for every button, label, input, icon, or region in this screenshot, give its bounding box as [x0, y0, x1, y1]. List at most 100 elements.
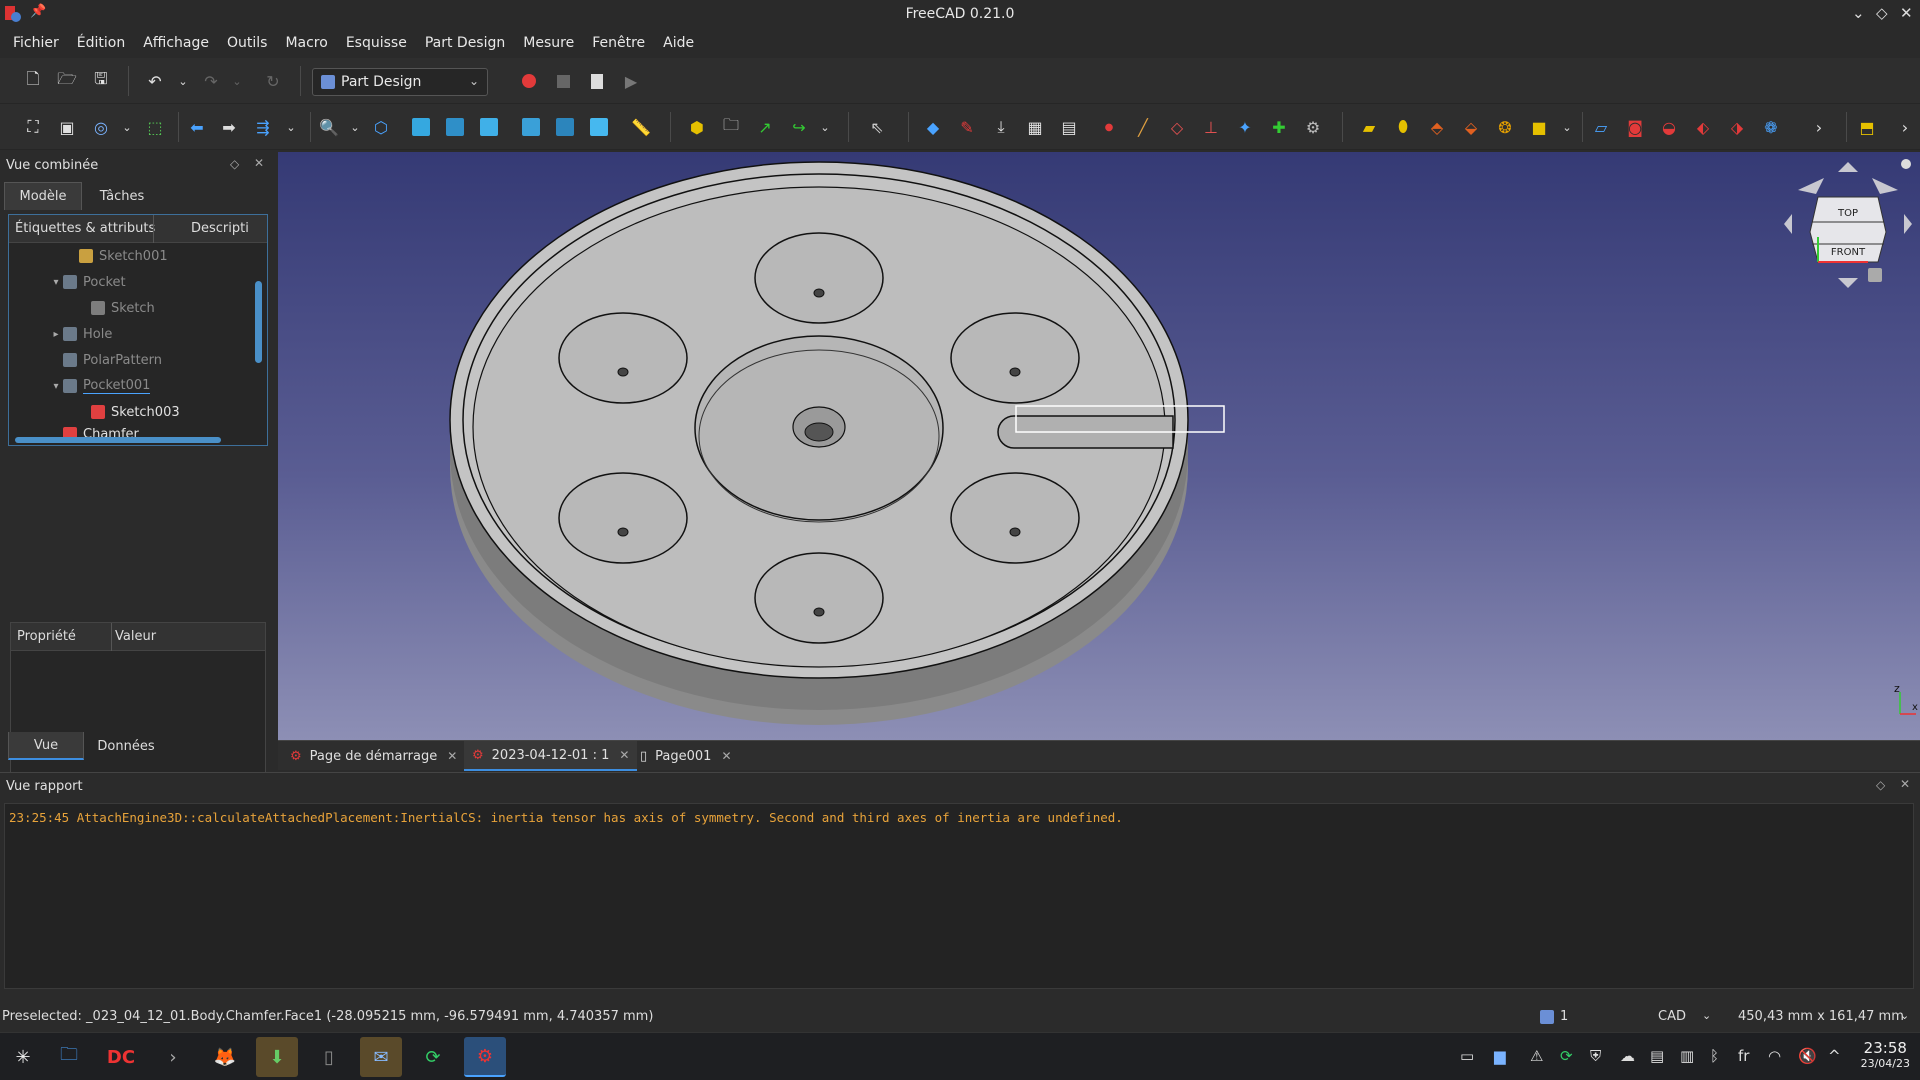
keyboard-layout[interactable]: fr [1738, 1047, 1749, 1065]
datum-line-icon[interactable]: ╱ [1132, 116, 1154, 138]
float-panel-icon[interactable]: ◇ [1876, 778, 1885, 792]
tree-item-hole[interactable]: ▸ Hole [9, 321, 249, 347]
save-icon[interactable]: 🖫 [90, 69, 112, 92]
part-model[interactable]: TOP FRONT z x [278, 152, 1920, 740]
doublecmd-icon[interactable]: DC [100, 1037, 142, 1077]
volume-muted-icon[interactable]: 🔇 [1798, 1047, 1817, 1065]
close-panel-icon[interactable]: ✕ [254, 156, 264, 170]
part-body-icon[interactable]: ◆ [922, 116, 944, 138]
zoom-icon[interactable]: 🔍 [318, 116, 340, 138]
create-body-icon[interactable]: ⬢ [686, 116, 708, 138]
subshape-binder-icon[interactable]: ▤ [1058, 116, 1080, 138]
new-document-icon[interactable]: 🗋 [22, 69, 44, 92]
macro-play-icon[interactable]: ▶ [620, 70, 642, 92]
tree-item-sketch001[interactable]: Sketch001 [9, 243, 249, 269]
create-group-icon[interactable]: 🗀 [720, 115, 742, 138]
doc-tab-page001[interactable]: ▯ Page001 ✕ [632, 741, 740, 771]
additive-loft-icon[interactable]: ⬘ [1426, 116, 1448, 138]
undo-dropdown-icon[interactable]: ⌄ [172, 70, 194, 92]
redo-icon[interactable]: ↷ [200, 70, 222, 92]
rear-view-icon[interactable] [520, 116, 542, 138]
mail-client-icon[interactable]: ✉ [360, 1037, 402, 1077]
redo-dropdown-icon[interactable]: ⌄ [226, 70, 248, 92]
menu-macro[interactable]: Macro [276, 35, 336, 51]
pocket-tool-icon[interactable]: ▱ [1590, 116, 1612, 138]
float-panel-icon[interactable]: ◇ [230, 157, 239, 171]
open-document-icon[interactable]: 🗁 [56, 69, 78, 92]
workbench-selector[interactable]: Part Design ⌄ [312, 68, 488, 96]
left-view-icon[interactable] [588, 116, 610, 138]
create-sketch-icon[interactable]: ✎ [956, 116, 978, 138]
additive-dropdown-icon[interactable]: ⌄ [1556, 116, 1578, 138]
sync-tray-icon[interactable]: ⟳ [1560, 1047, 1573, 1065]
sync-dropdown-icon[interactable]: ⌄ [280, 116, 302, 138]
tree-horizontal-scrollbar[interactable] [15, 437, 221, 443]
menu-aide[interactable]: Aide [654, 35, 703, 51]
tree-item-pocket[interactable]: ▾ Pocket [9, 269, 249, 295]
toolbar-overflow-2-icon[interactable]: › [1894, 116, 1916, 138]
additive-helix-icon[interactable]: ❂ [1494, 116, 1516, 138]
draw-style-icon[interactable]: ◎ [90, 116, 112, 138]
close-tab-icon[interactable]: ✕ [619, 748, 629, 762]
subtractive-helix-icon[interactable]: ❁ [1760, 116, 1782, 138]
measure-tool-icon[interactable]: ⬒ [1856, 116, 1878, 138]
menu-fenetre[interactable]: Fenêtre [583, 35, 654, 51]
wifi-icon[interactable]: ◠ [1768, 1047, 1781, 1065]
subtractive-pipe-icon[interactable]: ⬗ [1726, 116, 1748, 138]
additive-pipe-icon[interactable]: ⬙ [1460, 116, 1482, 138]
additive-primitive-icon[interactable]: ■ [1528, 116, 1550, 138]
close-panel-icon[interactable]: ✕ [1900, 777, 1910, 791]
tab-modele[interactable]: Modèle [4, 182, 82, 210]
file-manager-icon[interactable]: 🗀 [48, 1037, 90, 1077]
menu-part-design[interactable]: Part Design [416, 35, 514, 51]
tray-expand-icon[interactable]: ^ [1828, 1047, 1841, 1065]
firefox-icon[interactable]: 🦊 [204, 1037, 246, 1077]
minimize-icon[interactable]: ⌄ [1852, 4, 1865, 22]
tree-item-sketch[interactable]: Sketch [9, 295, 249, 321]
freecad-taskbar-icon[interactable]: ⚙ [464, 1037, 506, 1077]
datum-plane-icon[interactable]: ◇ [1166, 116, 1188, 138]
back-arrow-icon[interactable]: ⬅ [186, 116, 208, 138]
menu-outils[interactable]: Outils [218, 35, 276, 51]
clock[interactable]: 23:58 23/04/23 [1861, 1039, 1910, 1070]
close-tab-icon[interactable]: ✕ [721, 749, 731, 763]
refresh-icon[interactable]: ↻ [262, 70, 284, 92]
macro-editor-icon[interactable] [586, 70, 608, 92]
tree-item-polarpattern[interactable]: PolarPattern [9, 347, 249, 373]
sync-app-icon[interactable]: ⟳ [412, 1037, 454, 1077]
menu-edition[interactable]: Édition [68, 35, 134, 51]
3d-viewport[interactable]: TOP FRONT z x [278, 152, 1920, 740]
menu-fichier[interactable]: Fichier [4, 35, 68, 51]
tab-donnees[interactable]: Données [88, 732, 164, 760]
macro-stop-icon[interactable] [552, 70, 574, 92]
hole-tool-icon[interactable]: ◙ [1624, 116, 1646, 138]
cloud-icon[interactable]: ☁ [1620, 1047, 1635, 1065]
chevron-down-icon[interactable]: ▾ [49, 277, 63, 288]
navigation-style[interactable]: CAD [1658, 1009, 1686, 1024]
fit-selection-icon[interactable]: ▣ [56, 116, 78, 138]
shape-binder-icon[interactable]: ▦ [1024, 116, 1046, 138]
isometric-view-icon[interactable]: ⬡ [370, 116, 392, 138]
local-coordinate-icon[interactable]: ⊥ [1200, 116, 1222, 138]
download-manager-icon[interactable]: ⬇ [256, 1037, 298, 1077]
part-feature-icon[interactable]: ✚ [1268, 116, 1290, 138]
navigation-cube[interactable]: TOP FRONT [1784, 159, 1912, 288]
doc-tab-start-page[interactable]: ⚙ Page de démarrage ✕ [282, 741, 465, 771]
whats-this-icon[interactable]: ⇖ [866, 116, 888, 138]
navcube-top-label[interactable]: TOP [1837, 208, 1858, 219]
report-output[interactable]: 23:25:45 AttachEngine3D::calculateAttach… [4, 803, 1914, 989]
groove-icon[interactable]: ◒ [1658, 116, 1680, 138]
maximize-icon[interactable]: ◇ [1876, 4, 1888, 22]
doc-tab-document[interactable]: ⚙ 2023-04-12-01 : 1 ✕ [464, 741, 638, 771]
close-tab-icon[interactable]: ✕ [447, 749, 457, 763]
datum-point-icon[interactable]: ● [1098, 116, 1120, 138]
subtractive-loft-icon[interactable]: ⬖ [1692, 116, 1714, 138]
link-actions-icon[interactable]: ↪ [788, 116, 810, 138]
virtual-desktop-icon[interactable]: ▆ [1494, 1047, 1506, 1065]
link-icon[interactable]: ↗ [754, 116, 776, 138]
revolution-icon[interactable]: ⬮ [1392, 116, 1414, 138]
show-desktop-icon[interactable]: ▭ [1460, 1047, 1474, 1065]
tree-item-sketch003[interactable]: Sketch003 [9, 399, 249, 425]
bottom-view-icon[interactable] [554, 116, 576, 138]
chevron-down-icon[interactable]: ⌄ [1900, 1009, 1909, 1022]
